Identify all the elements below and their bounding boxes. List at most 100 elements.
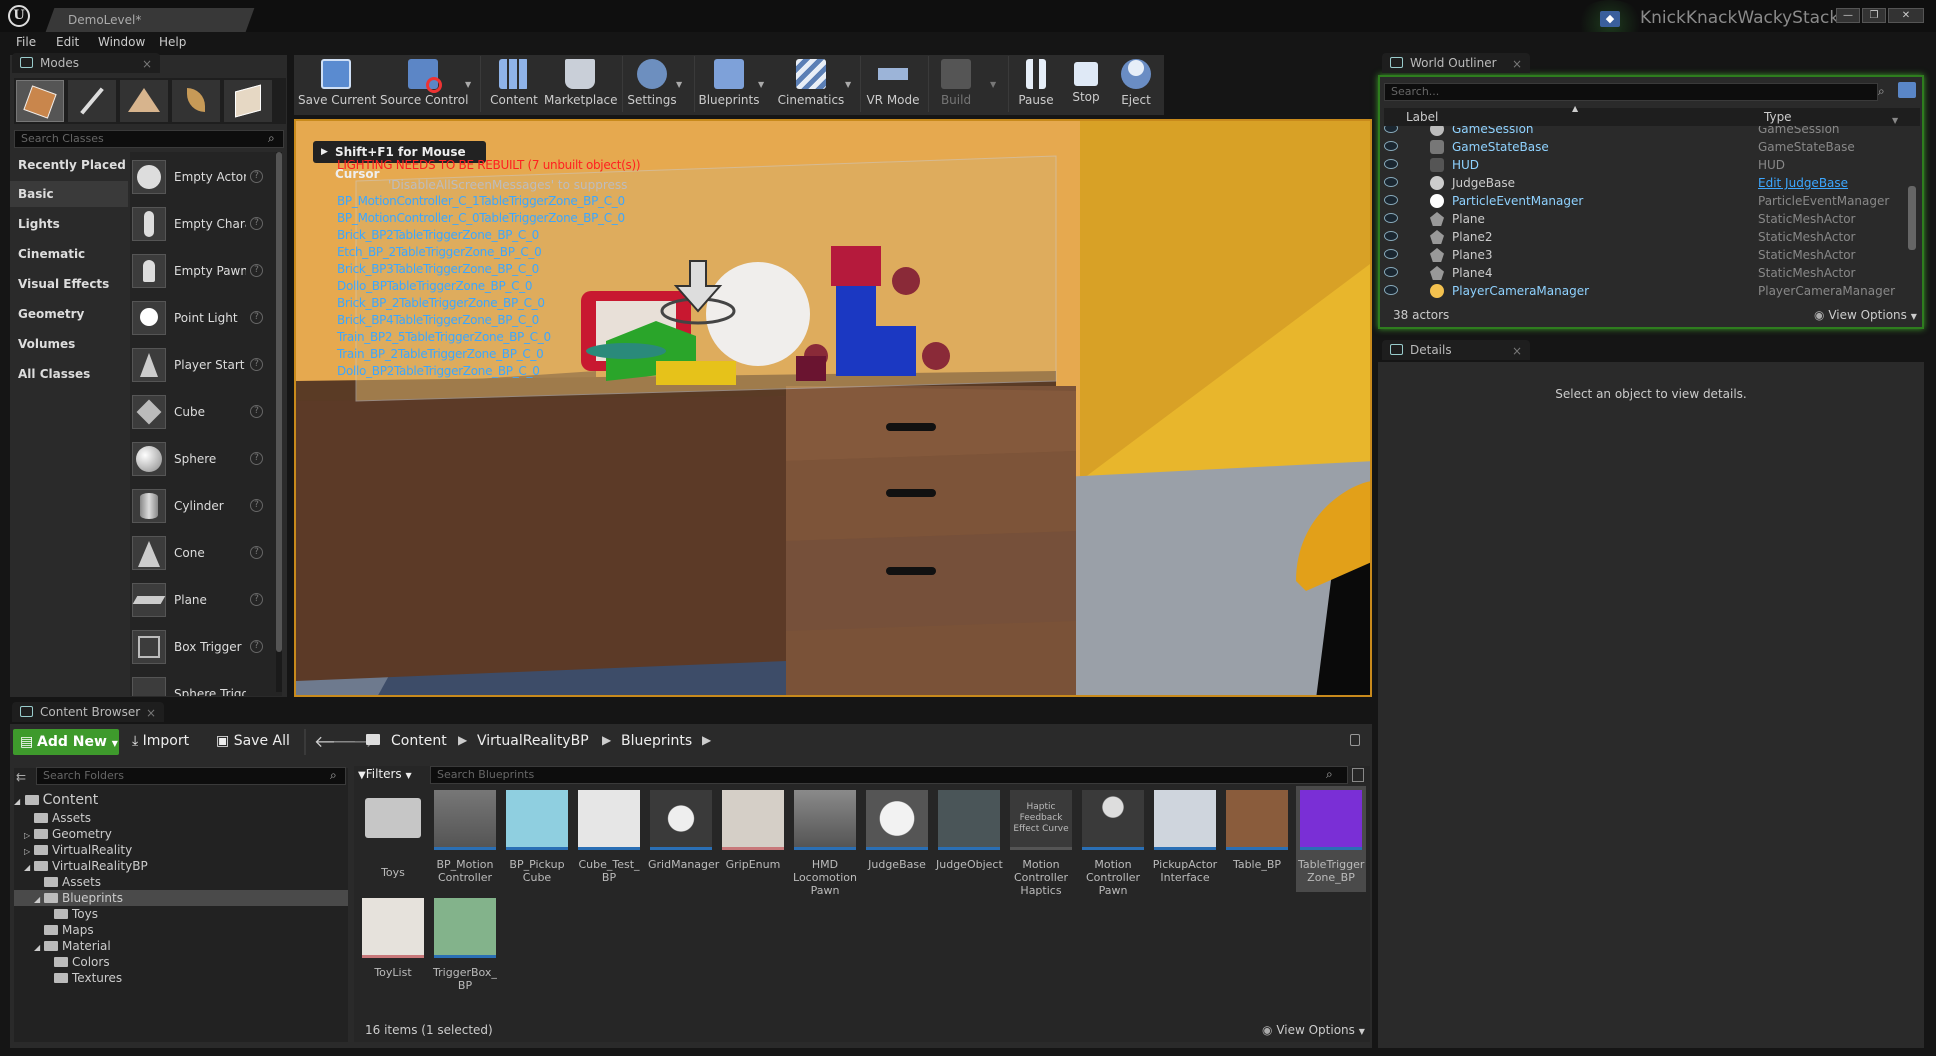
place-item[interactable]: Cube? [130, 391, 270, 435]
category-cinematic[interactable]: Cinematic [10, 241, 128, 267]
breadcrumb-virtualrealitybp[interactable]: VirtualRealityBP [477, 733, 589, 749]
asset-tile[interactable]: GripEnum [720, 790, 786, 898]
save-all-button[interactable]: ▣ Save All [216, 733, 290, 749]
outliner-row[interactable]: PlayerCameraManager PlayerCameraManager [1384, 282, 1906, 300]
lock-icon[interactable] [1350, 734, 1360, 746]
filters-button[interactable]: ▼Filters ▼ [358, 767, 412, 781]
help-icon[interactable]: ? [250, 546, 263, 559]
place-item[interactable]: Point Light? [130, 297, 270, 341]
foliage-mode-icon[interactable] [172, 80, 220, 122]
content-browser-tab[interactable]: Content Browser × [12, 702, 164, 722]
breadcrumb-chevron-icon[interactable]: ▶ [458, 733, 467, 747]
column-type[interactable]: Type [1764, 110, 1792, 124]
pause-button[interactable]: Pause [1014, 55, 1058, 115]
help-icon[interactable]: ? [250, 640, 263, 653]
place-mode-icon[interactable] [16, 80, 64, 122]
add-new-button[interactable]: ▤ Add New ▼ [13, 729, 119, 755]
help-icon[interactable]: ? [250, 264, 263, 277]
search-classes-input[interactable]: Search Classes [14, 130, 284, 148]
visibility-eye-icon[interactable] [1384, 267, 1398, 277]
category-recently-placed[interactable]: Recently Placed [10, 152, 128, 178]
add-actor-icon[interactable] [1898, 82, 1916, 98]
menu-edit[interactable]: Edit [56, 35, 79, 49]
vr-mode-button[interactable]: VR Mode [864, 55, 922, 115]
chevron-down-icon[interactable]: ▼ [676, 80, 682, 89]
outliner-list[interactable]: GameSession GameSession GameStateBase Game… [1384, 126, 1906, 301]
close-icon[interactable]: × [1512, 341, 1522, 361]
blueprints-button[interactable]: Blueprints [698, 55, 760, 115]
modes-scrollbar[interactable] [276, 152, 282, 692]
view-options-button[interactable]: ◉ View Options ▼ [1262, 1023, 1365, 1037]
help-icon[interactable]: ? [250, 499, 263, 512]
help-icon[interactable]: ? [250, 217, 263, 230]
chevron-down-icon[interactable]: ▼ [758, 80, 764, 89]
outliner-row[interactable]: GameStateBase GameStateBase [1384, 138, 1906, 156]
paint-mode-icon[interactable] [68, 80, 116, 122]
place-item[interactable]: Box Trigger? [130, 626, 270, 670]
help-icon[interactable]: ? [250, 358, 263, 371]
visibility-eye-icon[interactable] [1384, 195, 1398, 205]
menu-help[interactable]: Help [159, 35, 186, 49]
help-icon[interactable]: ? [250, 405, 263, 418]
save-current-button[interactable]: Save Current [298, 55, 376, 115]
maximize-button[interactable]: ❐ [1862, 8, 1886, 23]
asset-tile[interactable]: BP_Motion Controller [432, 790, 498, 898]
breadcrumb-content[interactable]: Content [391, 733, 447, 749]
asset-tile[interactable]: JudgeBase [864, 790, 930, 898]
help-icon[interactable]: ? [250, 311, 263, 324]
content-button[interactable]: Content [488, 55, 540, 115]
eject-button[interactable]: Eject [1114, 55, 1158, 115]
breadcrumb-chevron-icon[interactable]: ▶ [702, 733, 711, 747]
view-options-button[interactable]: ◉ View Options ▼ [1814, 308, 1917, 322]
place-item[interactable]: Sphere? [130, 438, 270, 482]
outliner-row[interactable]: GameSession GameSession [1384, 126, 1906, 138]
asset-tile[interactable]: Haptic Feedback Effect Curve Motion Contr… [1008, 790, 1074, 898]
breadcrumb-chevron-icon[interactable]: ▶ [602, 733, 611, 747]
settings-button[interactable]: Settings [626, 55, 678, 115]
help-icon[interactable]: ? [250, 170, 263, 183]
asset-tile[interactable]: HMD Locomotion Pawn [792, 790, 858, 898]
search-folders-input[interactable]: Search Folders [36, 767, 346, 785]
marketplace-button[interactable]: Marketplace [544, 55, 618, 115]
asset-tile[interactable]: Motion Controller Pawn [1080, 790, 1146, 898]
tree-item[interactable]: Toys [54, 907, 98, 921]
tree-item-selected[interactable]: ◢ Blueprints [34, 891, 123, 905]
breadcrumb-blueprints[interactable]: Blueprints [621, 733, 692, 749]
category-volumes[interactable]: Volumes [10, 331, 128, 357]
details-tab[interactable]: Details × [1382, 340, 1530, 360]
search-assets-input[interactable]: Search Blueprints [430, 766, 1348, 784]
outliner-row[interactable]: Plane3 StaticMeshActor [1384, 246, 1906, 264]
unreal-logo-icon[interactable]: U [8, 5, 30, 27]
category-basic[interactable]: Basic [10, 181, 128, 207]
save-search-icon[interactable] [1352, 768, 1364, 782]
tree-item[interactable]: Assets [44, 875, 101, 889]
column-label[interactable]: Label [1406, 110, 1438, 124]
outliner-row[interactable]: ParticleEventManager ParticleEventManager [1384, 192, 1906, 210]
tree-item[interactable]: ◢ Content [14, 792, 98, 808]
source-control-button[interactable]: Source Control [380, 55, 468, 115]
visibility-eye-icon[interactable] [1384, 126, 1398, 133]
landscape-mode-icon[interactable] [120, 80, 168, 122]
chevron-down-icon[interactable]: ▼ [845, 80, 851, 89]
close-button[interactable]: ✕ [1888, 8, 1924, 23]
outliner-row[interactable]: Plane4 StaticMeshActor [1384, 264, 1906, 282]
outliner-scrollbar[interactable] [1908, 186, 1916, 250]
outliner-row[interactable]: JudgeBase Edit JudgeBase [1384, 174, 1906, 192]
visibility-eye-icon[interactable] [1384, 249, 1398, 259]
tree-item[interactable]: ▷ Geometry [24, 827, 112, 841]
place-item[interactable]: Empty Pawn? [130, 250, 270, 294]
chevron-down-icon[interactable]: ▼ [1892, 116, 1898, 125]
tree-item[interactable]: Assets [34, 811, 91, 825]
place-item[interactable]: Plane? [130, 579, 270, 623]
menu-window[interactable]: Window [98, 35, 145, 49]
close-icon[interactable]: × [142, 54, 152, 74]
place-item[interactable]: Cone? [130, 532, 270, 576]
category-geometry[interactable]: Geometry [10, 301, 128, 327]
tree-item[interactable]: ◢ Material [34, 939, 111, 953]
tree-toggle-icon[interactable]: ⇇ [16, 770, 26, 784]
asset-tile[interactable]: Cube_Test_ BP [576, 790, 642, 898]
cinematics-button[interactable]: Cinematics [776, 55, 846, 115]
asset-tile-selected[interactable]: TableTrigger Zone_BP [1298, 790, 1364, 898]
asset-tile[interactable]: Toys [360, 790, 426, 898]
geometry-edit-mode-icon[interactable] [224, 80, 272, 122]
